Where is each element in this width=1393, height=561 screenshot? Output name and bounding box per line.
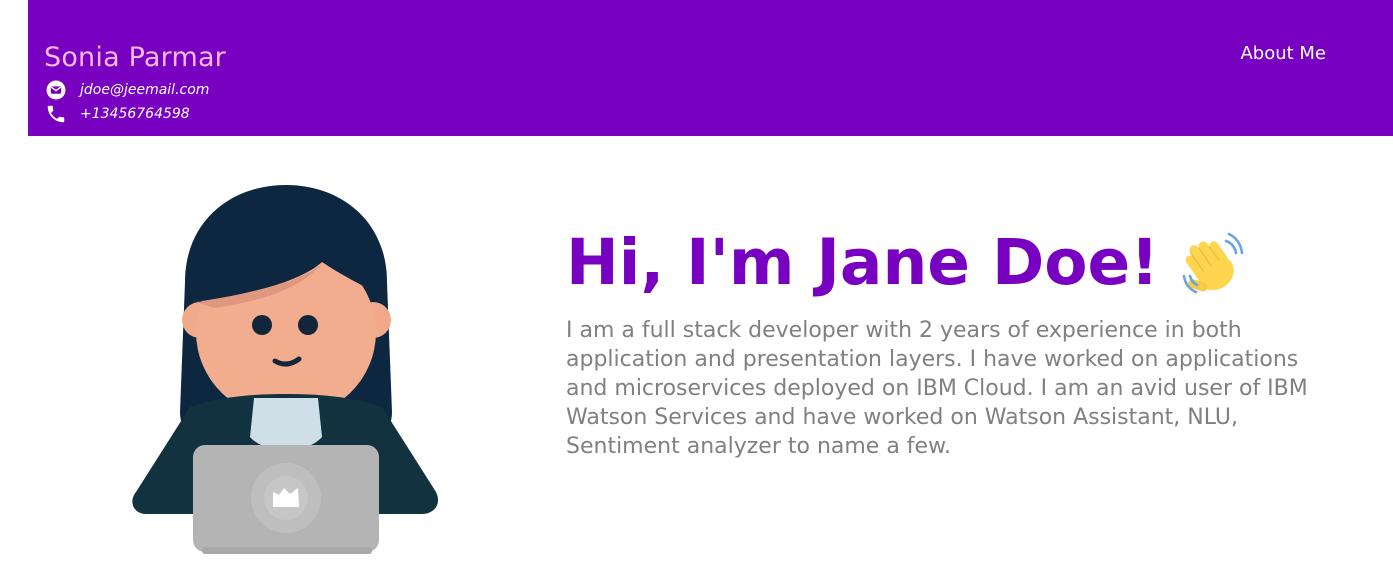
email-icon — [45, 79, 67, 101]
hero-title: Hi, I'm Jane Doe! — [566, 222, 1356, 304]
phone-icon — [45, 103, 67, 125]
hero-description: I am a full stack developer with 2 years… — [566, 318, 1308, 459]
contact-email-row: jdoe@jeemail.com — [45, 79, 209, 101]
brand-name: Sonia Parmar — [44, 42, 226, 73]
nav-about-me[interactable]: About Me — [1240, 43, 1326, 64]
hero-title-text: Hi, I'm Jane Doe! — [566, 226, 1159, 299]
phone-text[interactable]: +13456764598 — [80, 106, 190, 122]
waving-hand-icon — [1179, 230, 1245, 296]
contact-phone-row: +13456764598 — [45, 103, 190, 125]
email-text[interactable]: jdoe@jeemail.com — [80, 82, 209, 98]
site-header: Sonia Parmar jdoe@jeemail.com +134567645… — [28, 0, 1393, 136]
hero-section: Hi, I'm Jane Doe! I am a full stack deve — [566, 222, 1356, 461]
developer-avatar-illustration — [130, 182, 442, 554]
